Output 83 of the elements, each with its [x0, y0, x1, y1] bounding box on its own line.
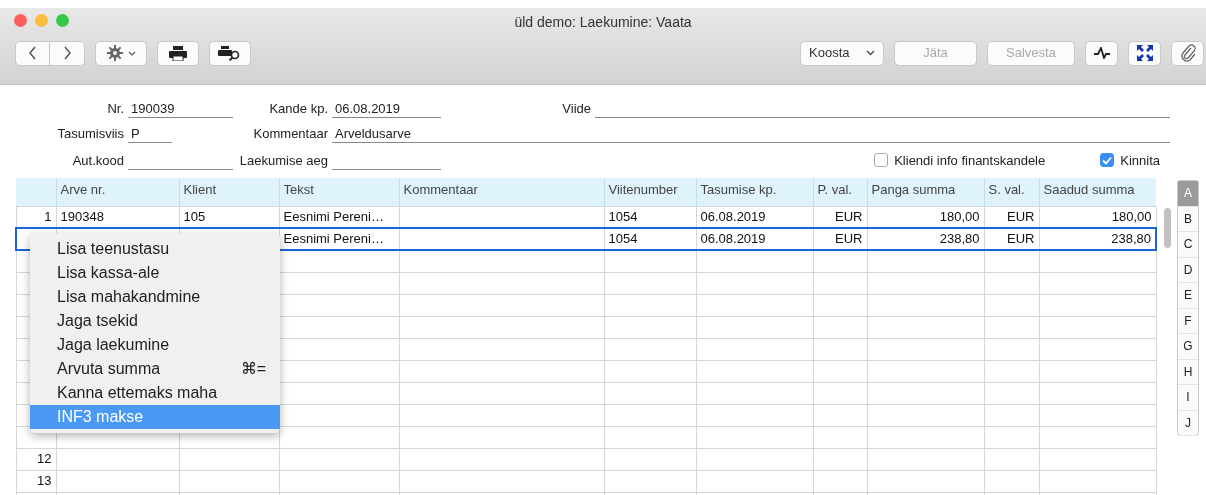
- menu-item[interactable]: Lisa mahakandmine: [30, 285, 280, 309]
- input-field[interactable]: P: [128, 125, 172, 143]
- back-button[interactable]: [15, 40, 50, 66]
- close-window-button[interactable]: [14, 14, 27, 27]
- table-cell: 105: [179, 206, 279, 228]
- column-header[interactable]: S. val.: [984, 178, 1039, 206]
- menu-item[interactable]: Arvuta summa ⌘=: [30, 357, 280, 381]
- input-field[interactable]: 190039: [128, 100, 233, 118]
- column-header[interactable]: Viitenumber: [604, 178, 696, 206]
- field-label: Viide: [561, 99, 592, 118]
- checkbox-label: Kinnita: [1120, 151, 1160, 170]
- attach-button[interactable]: [1171, 40, 1204, 66]
- letter-tab[interactable]: B: [1178, 206, 1198, 232]
- table-cell: EUR: [984, 228, 1039, 250]
- print-preview-button[interactable]: [209, 40, 251, 66]
- row-number: 1: [16, 206, 56, 228]
- menu-item[interactable]: Jaga tsekid: [30, 309, 280, 333]
- table-cell: EUR: [813, 206, 867, 228]
- print-button[interactable]: [157, 40, 199, 66]
- input-field[interactable]: Arveldusarve: [332, 125, 1170, 143]
- checkbox[interactable]: [874, 153, 889, 168]
- checkbox-label: Kliendi info finantskandele: [894, 151, 1046, 170]
- waveform-button[interactable]: [1085, 40, 1118, 66]
- caret-icon: [866, 50, 875, 56]
- caret-icon: [127, 50, 136, 56]
- menu-item[interactable]: Kanna ettemaks maha: [30, 381, 280, 405]
- column-header[interactable]: Panga summa: [867, 178, 984, 206]
- zoom-window-button[interactable]: [56, 14, 69, 27]
- expand-button[interactable]: [1128, 40, 1161, 66]
- column-header[interactable]: Klient: [179, 178, 279, 206]
- forward-button[interactable]: [50, 40, 85, 66]
- table-cell: 238,80: [1039, 228, 1156, 250]
- back-icon: [28, 46, 37, 60]
- settings-button[interactable]: [95, 40, 147, 66]
- letter-tab[interactable]: E: [1178, 283, 1198, 309]
- table-cell: 1054: [604, 228, 696, 250]
- letter-tab[interactable]: G: [1178, 334, 1198, 360]
- field-label: Laekumise aeg: [238, 151, 329, 170]
- table-cell: 1054: [604, 206, 696, 228]
- compose-dropdown[interactable]: Koosta: [800, 40, 884, 66]
- table-cell: 180,00: [1039, 206, 1156, 228]
- table-cell: 06.08.2019: [696, 206, 813, 228]
- row-number: 13: [16, 470, 56, 492]
- column-header[interactable]: P. val.: [813, 178, 867, 206]
- column-header[interactable]: Tekst: [279, 178, 399, 206]
- column-header[interactable]: Tasumise kp.: [696, 178, 813, 206]
- letter-tab[interactable]: H: [1178, 359, 1198, 385]
- expand-icon: [1136, 45, 1153, 61]
- field-label: Kande kp.: [268, 99, 329, 118]
- print-preview-icon: [218, 45, 242, 61]
- input-field[interactable]: 06.08.2019: [332, 100, 441, 118]
- table-cell: 190348: [56, 206, 179, 228]
- field-label: Aut.kood: [71, 151, 125, 170]
- menu-item[interactable]: Lisa teenustasu: [30, 237, 280, 261]
- letter-tab[interactable]: F: [1178, 308, 1198, 334]
- forward-icon: [62, 46, 72, 60]
- table-cell: 180,00: [867, 206, 984, 228]
- window-title: üld demo: Laekumine: Vaata: [514, 14, 692, 30]
- letter-tab[interactable]: J: [1178, 410, 1198, 436]
- table-cell: Eesnimi Pereni…: [279, 228, 399, 250]
- scrollbar-thumb[interactable]: [1164, 208, 1171, 248]
- table-cell: 238,80: [867, 228, 984, 250]
- table-cell: 06.08.2019: [696, 228, 813, 250]
- column-header[interactable]: Kommentaar: [399, 178, 604, 206]
- table-cell: Eesnimi Pereni…: [279, 206, 399, 228]
- checkbox[interactable]: [1100, 153, 1115, 168]
- table-cell: EUR: [813, 228, 867, 250]
- waveform-icon: [1092, 47, 1111, 59]
- field-label: Nr.: [106, 99, 125, 118]
- letter-tab[interactable]: I: [1178, 385, 1198, 411]
- field-label: Kommentaar: [252, 124, 329, 143]
- menu-item[interactable]: Jaga laekumine: [30, 333, 280, 357]
- table-cell: EUR: [984, 206, 1039, 228]
- letter-tab[interactable]: C: [1178, 232, 1198, 258]
- row-number: 12: [16, 448, 56, 470]
- menu-item[interactable]: Lisa kassa-ale: [30, 261, 280, 285]
- field-label: Tasumisviis: [56, 124, 125, 143]
- paperclip-icon: [1179, 44, 1196, 62]
- printer-icon: [169, 45, 187, 61]
- letter-tab[interactable]: D: [1178, 257, 1198, 283]
- column-header[interactable]: Arve nr.: [56, 178, 179, 206]
- gear-icon: [106, 45, 123, 61]
- column-header[interactable]: Saadud summa: [1039, 178, 1156, 206]
